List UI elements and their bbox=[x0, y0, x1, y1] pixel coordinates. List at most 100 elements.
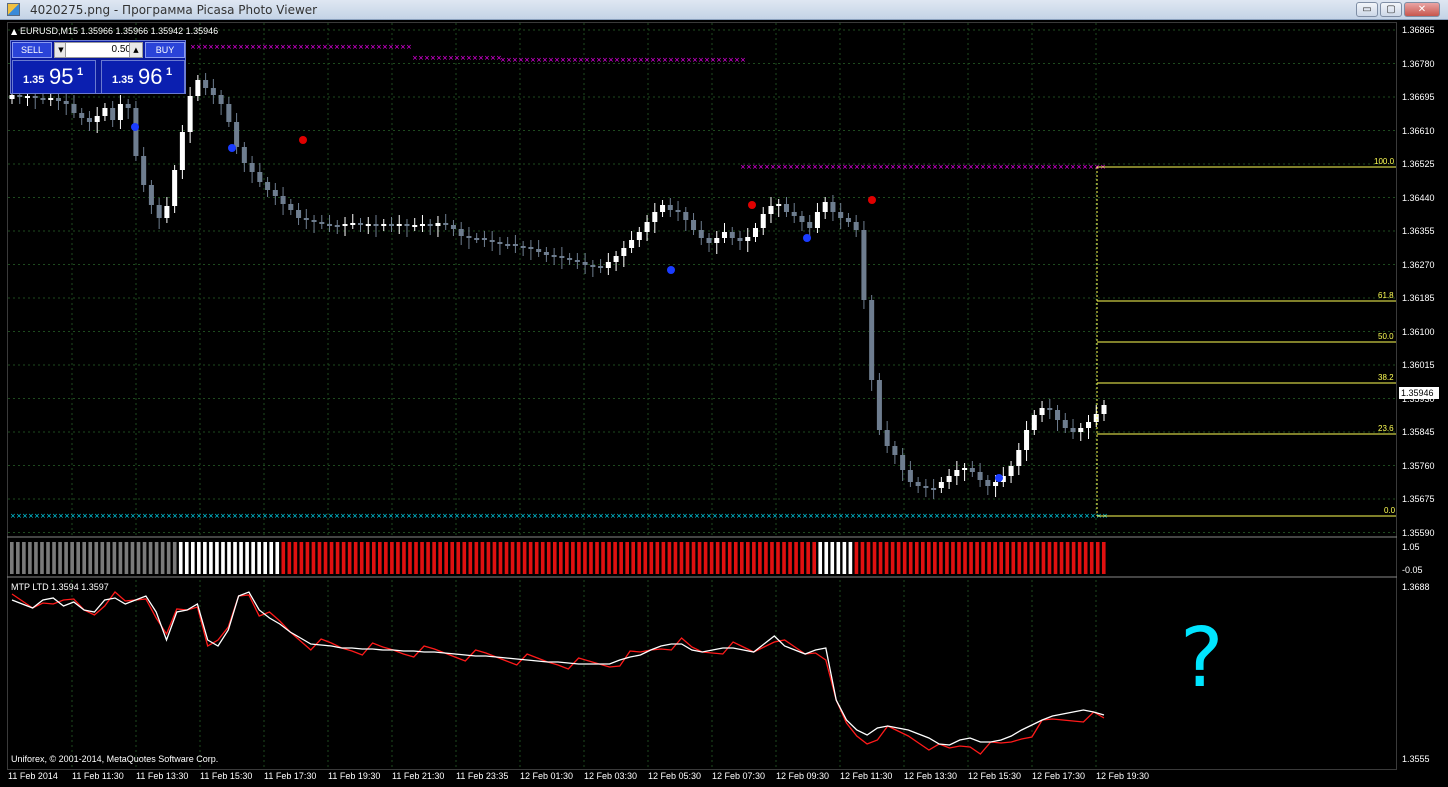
support-marker: × bbox=[196, 512, 202, 520]
resistance-marker: × bbox=[226, 43, 232, 51]
support-marker: × bbox=[292, 512, 298, 520]
resistance-marker: × bbox=[208, 43, 214, 51]
support-marker: × bbox=[652, 512, 658, 520]
histogram-bar bbox=[631, 542, 636, 574]
resistance-marker: × bbox=[214, 43, 220, 51]
histogram-bar bbox=[142, 542, 147, 574]
histogram-bar bbox=[426, 542, 430, 574]
fib-label-100: 100.0 bbox=[1374, 157, 1395, 166]
resistance-marker: × bbox=[250, 43, 256, 51]
support-marker: × bbox=[352, 512, 358, 520]
histogram-bar bbox=[293, 542, 298, 574]
candle-body bbox=[691, 220, 697, 230]
candle-body bbox=[698, 230, 704, 238]
histogram-bar bbox=[233, 542, 237, 574]
candle-body bbox=[814, 212, 820, 228]
bid-quote[interactable]: 1.35 95 1 bbox=[12, 60, 96, 94]
histogram-bar bbox=[371, 542, 376, 574]
resistance-marker: × bbox=[220, 43, 226, 51]
candle-body bbox=[729, 232, 735, 238]
support-marker: × bbox=[736, 512, 742, 520]
support-marker: × bbox=[790, 512, 796, 520]
support-marker: × bbox=[1006, 512, 1012, 520]
histogram-bar bbox=[365, 542, 370, 574]
candle-body bbox=[257, 172, 263, 182]
histogram-bar bbox=[227, 542, 231, 574]
resistance-marker: × bbox=[968, 163, 974, 171]
histogram-bar bbox=[534, 542, 539, 574]
resistance-marker: × bbox=[370, 43, 376, 51]
support-marker: × bbox=[304, 512, 310, 520]
candle-body bbox=[838, 212, 844, 218]
resistance-marker: × bbox=[656, 56, 662, 64]
support-marker: × bbox=[568, 512, 574, 520]
sell-button[interactable]: SELL bbox=[12, 42, 52, 58]
resistance-marker: × bbox=[734, 56, 740, 64]
resistance-marker: × bbox=[478, 54, 484, 62]
histogram-bar bbox=[118, 542, 123, 574]
histogram-bar bbox=[1065, 542, 1070, 574]
resistance-marker: × bbox=[518, 56, 524, 64]
support-marker: × bbox=[508, 512, 514, 520]
histogram-bar bbox=[1053, 542, 1058, 574]
resistance-marker: × bbox=[358, 43, 364, 51]
buy-button[interactable]: BUY bbox=[145, 42, 185, 58]
histogram-bar bbox=[154, 542, 159, 574]
resistance-marker: × bbox=[746, 163, 752, 171]
candle-body bbox=[1062, 420, 1068, 428]
support-marker: × bbox=[172, 512, 178, 520]
histogram-bar bbox=[812, 542, 817, 574]
support-marker: × bbox=[346, 512, 352, 520]
support-marker: × bbox=[358, 512, 364, 520]
candle-body bbox=[296, 210, 302, 218]
histogram-bar bbox=[914, 542, 919, 574]
support-marker: × bbox=[250, 512, 256, 520]
ask-quote[interactable]: 1.35 96 1 bbox=[101, 60, 185, 94]
histogram-bar bbox=[613, 542, 617, 574]
resistance-marker: × bbox=[1088, 163, 1094, 171]
support-marker: × bbox=[514, 512, 520, 520]
support-marker: × bbox=[430, 512, 436, 520]
resistance-marker: × bbox=[1040, 163, 1046, 171]
support-marker: × bbox=[994, 512, 1000, 520]
candle-body bbox=[280, 196, 286, 204]
histogram-bar bbox=[957, 542, 961, 574]
support-marker: × bbox=[28, 512, 34, 520]
resistance-marker: × bbox=[608, 56, 614, 64]
candle-body bbox=[1016, 450, 1022, 466]
resistance-marker: × bbox=[238, 43, 244, 51]
candle-body bbox=[303, 218, 309, 220]
histogram-bar bbox=[1083, 542, 1088, 574]
resistance-marker: × bbox=[974, 163, 980, 171]
support-marker: × bbox=[124, 512, 130, 520]
support-marker: × bbox=[262, 512, 268, 520]
histogram-bar bbox=[438, 542, 442, 574]
histogram-bar bbox=[450, 542, 455, 574]
resistance-marker: × bbox=[986, 163, 992, 171]
histogram-bar bbox=[945, 542, 949, 574]
histogram-bar bbox=[420, 542, 424, 574]
lot-size-input[interactable]: 0.50 bbox=[65, 42, 135, 58]
chart-graphics: × × × × × × × × × × × × × × × × × × × × × × × × × × × × × × × × × × × × ×× × ×… bbox=[7, 23, 1397, 768]
support-marker: × bbox=[970, 512, 976, 520]
support-marker: × bbox=[184, 512, 190, 520]
bid-sup: 1 bbox=[77, 66, 84, 78]
candle-body bbox=[334, 225, 340, 227]
support-marker: × bbox=[796, 512, 802, 520]
candle-body bbox=[117, 104, 123, 120]
support-marker: × bbox=[604, 512, 610, 520]
candle-body bbox=[265, 182, 271, 190]
support-marker: × bbox=[160, 512, 166, 520]
histogram-bar bbox=[444, 542, 448, 574]
symbol-collapse-icon[interactable]: ▲ bbox=[11, 27, 17, 36]
support-marker: × bbox=[70, 512, 76, 520]
support-marker: × bbox=[532, 512, 538, 520]
support-marker: × bbox=[442, 512, 448, 520]
candle-body bbox=[396, 224, 402, 226]
lot-increase-icon[interactable]: ▲ bbox=[129, 42, 143, 58]
support-marker: × bbox=[892, 512, 898, 520]
histogram-bar bbox=[1077, 542, 1082, 574]
support-marker: × bbox=[130, 512, 136, 520]
histogram-bar bbox=[263, 542, 268, 574]
support-marker: × bbox=[478, 512, 484, 520]
